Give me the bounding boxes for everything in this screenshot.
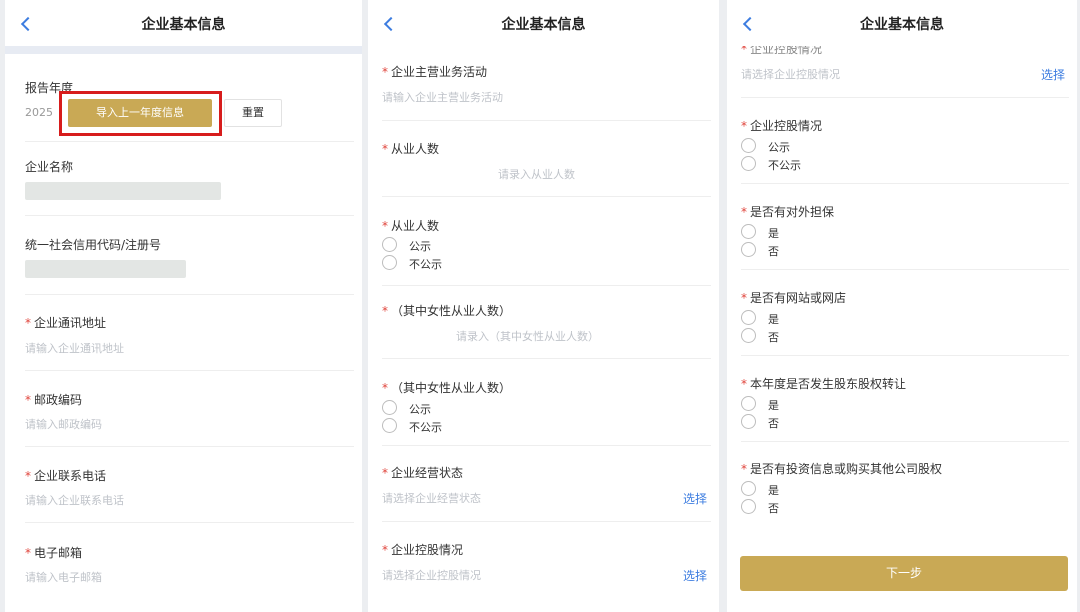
radio-no[interactable] xyxy=(741,328,756,343)
screenshot-stage: 企业基本信息 报告年度 2025 导入上一年度信息 重置 企业名称 统一社会信用… xyxy=(0,0,1080,612)
radio-no-label: 否 xyxy=(768,245,779,258)
form-panel-1: 企业基本信息 报告年度 2025 导入上一年度信息 重置 企业名称 统一社会信用… xyxy=(5,0,362,612)
address-input[interactable]: 请输入企业通讯地址 xyxy=(25,340,124,356)
investment-label: * 是否有投资信息或购买其他公司股权 xyxy=(741,462,943,476)
op-status-select-link[interactable]: 选择 xyxy=(683,490,707,507)
main-business-input[interactable]: 请输入企业主营业务活动 xyxy=(382,89,503,105)
email-input[interactable]: 请输入电子邮箱 xyxy=(25,569,102,585)
form-panel-2: 企业基本信息 * 企业主营业务活动 请输入企业主营业务活动 * 从业人数 请录入从业… xyxy=(368,0,719,612)
radio-public-label: 公示 xyxy=(409,240,431,253)
holding-input[interactable]: 请选择企业控股情况 xyxy=(741,66,840,82)
op-status-input[interactable]: 请选择企业经营状态 xyxy=(382,490,481,506)
radio-not-public-label: 不公示 xyxy=(409,258,442,271)
company-name-value-redacted xyxy=(25,182,221,200)
website-label: * 是否有网站或网店 xyxy=(741,291,847,305)
postcode-input[interactable]: 请输入邮政编码 xyxy=(25,416,102,432)
reset-button[interactable]: 重置 xyxy=(224,99,282,127)
postcode-label: * 邮政编码 xyxy=(25,393,83,407)
holding-label: * 企业控股情况 xyxy=(382,543,464,557)
divider xyxy=(382,445,711,446)
female-employees-input[interactable]: 请录入（其中女性从业人数） xyxy=(456,328,599,344)
radio-public[interactable] xyxy=(741,138,756,153)
radio-not-public-label: 不公示 xyxy=(768,159,801,172)
radio-yes[interactable] xyxy=(741,224,756,239)
divider xyxy=(25,446,354,447)
credit-code-value-redacted xyxy=(25,260,186,278)
radio-not-public[interactable] xyxy=(382,418,397,433)
holding-input[interactable]: 请选择企业控股情况 xyxy=(382,567,481,583)
divider xyxy=(741,183,1069,184)
radio-not-public[interactable] xyxy=(382,255,397,270)
header-divider xyxy=(5,46,362,54)
report-year-value: 2025 xyxy=(25,106,53,119)
divider xyxy=(25,522,354,523)
nav-header: 企业基本信息 xyxy=(368,0,719,46)
guarantee-label: * 是否有对外担保 xyxy=(741,205,835,219)
divider xyxy=(25,294,354,295)
divider xyxy=(25,141,354,142)
form-panel-3: * 企业控股情况 企业基本信息 请选择企业控股情况 选择 * 企业控股情况 公示 不… xyxy=(727,0,1077,612)
page-title: 企业基本信息 xyxy=(141,17,226,33)
divider xyxy=(25,215,354,216)
divider xyxy=(382,196,711,197)
radio-yes-label: 是 xyxy=(768,484,779,497)
employees-label: * 从业人数 xyxy=(382,142,440,156)
radio-yes-label: 是 xyxy=(768,399,779,412)
equity-transfer-label: * 本年度是否发生股东股权转让 xyxy=(741,377,907,391)
radio-no-label: 否 xyxy=(768,331,779,344)
credit-code-label: 统一社会信用代码/注册号 xyxy=(25,238,162,252)
divider xyxy=(741,97,1069,98)
nav-header: 企业基本信息 xyxy=(727,0,1077,46)
radio-no-label: 否 xyxy=(768,417,779,430)
op-status-label: * 企业经营状态 xyxy=(382,466,464,480)
female-employees-label: * （其中女性从业人数） xyxy=(382,304,512,318)
radio-yes[interactable] xyxy=(741,396,756,411)
radio-no[interactable] xyxy=(741,414,756,429)
radio-public-label: 公示 xyxy=(409,403,431,416)
radio-not-public-label: 不公示 xyxy=(409,421,442,434)
main-business-label: * 企业主营业务活动 xyxy=(382,65,488,79)
holding-select-link[interactable]: 选择 xyxy=(683,567,707,584)
radio-yes-label: 是 xyxy=(768,227,779,240)
nav-header: 企业基本信息 xyxy=(5,0,362,46)
divider xyxy=(382,358,711,359)
radio-no[interactable] xyxy=(741,242,756,257)
radio-no-label: 否 xyxy=(768,502,779,515)
divider xyxy=(741,355,1069,356)
address-label: * 企业通讯地址 xyxy=(25,316,107,330)
divider xyxy=(741,269,1069,270)
radio-yes-label: 是 xyxy=(768,313,779,326)
next-step-button[interactable]: 下一步 xyxy=(740,556,1068,591)
holding-select-link[interactable]: 选择 xyxy=(1041,66,1065,83)
divider xyxy=(25,370,354,371)
page-title: 企业基本信息 xyxy=(860,17,944,33)
employees-input[interactable]: 请录入从业人数 xyxy=(498,166,575,182)
female-public-label: * （其中女性从业人数） xyxy=(382,381,512,395)
holding-public-label: * 企业控股情况 xyxy=(741,119,823,133)
radio-not-public[interactable] xyxy=(741,156,756,171)
page-title: 企业基本信息 xyxy=(501,17,586,33)
radio-public-label: 公示 xyxy=(768,141,790,154)
company-name-label: 企业名称 xyxy=(25,160,74,174)
phone-label: * 企业联系电话 xyxy=(25,469,107,483)
highlight-box xyxy=(59,91,222,136)
phone-input[interactable]: 请输入企业联系电话 xyxy=(25,492,124,508)
radio-yes[interactable] xyxy=(741,481,756,496)
radio-public[interactable] xyxy=(382,237,397,252)
radio-yes[interactable] xyxy=(741,310,756,325)
divider xyxy=(382,521,711,522)
divider xyxy=(382,285,711,286)
divider xyxy=(741,441,1069,442)
employees-public-label: * 从业人数 xyxy=(382,219,440,233)
divider xyxy=(382,120,711,121)
radio-no[interactable] xyxy=(741,499,756,514)
email-label: * 电子邮箱 xyxy=(25,546,83,560)
radio-public[interactable] xyxy=(382,400,397,415)
